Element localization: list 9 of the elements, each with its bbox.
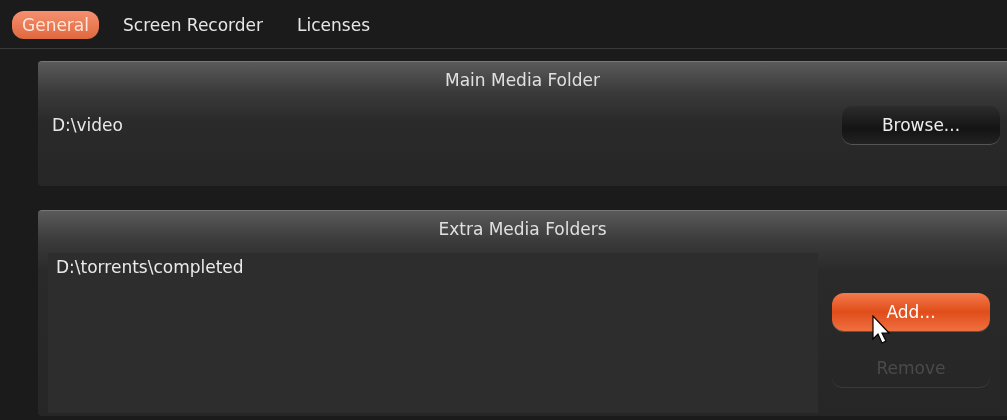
panel-title: Main Media Folder xyxy=(444,69,601,90)
add-button[interactable]: Add... xyxy=(832,293,990,331)
folder-path: D:\video xyxy=(52,115,123,135)
browse-button[interactable]: Browse... xyxy=(842,106,1000,144)
folder-list[interactable]: D:\torrents\completed xyxy=(48,253,818,413)
tab[interactable]: Licenses xyxy=(287,11,380,39)
folder-item[interactable]: D:\torrents\completed xyxy=(56,257,810,277)
panel-title: Extra Media Folders xyxy=(437,218,608,239)
tab[interactable]: Screen Recorder xyxy=(113,11,274,39)
